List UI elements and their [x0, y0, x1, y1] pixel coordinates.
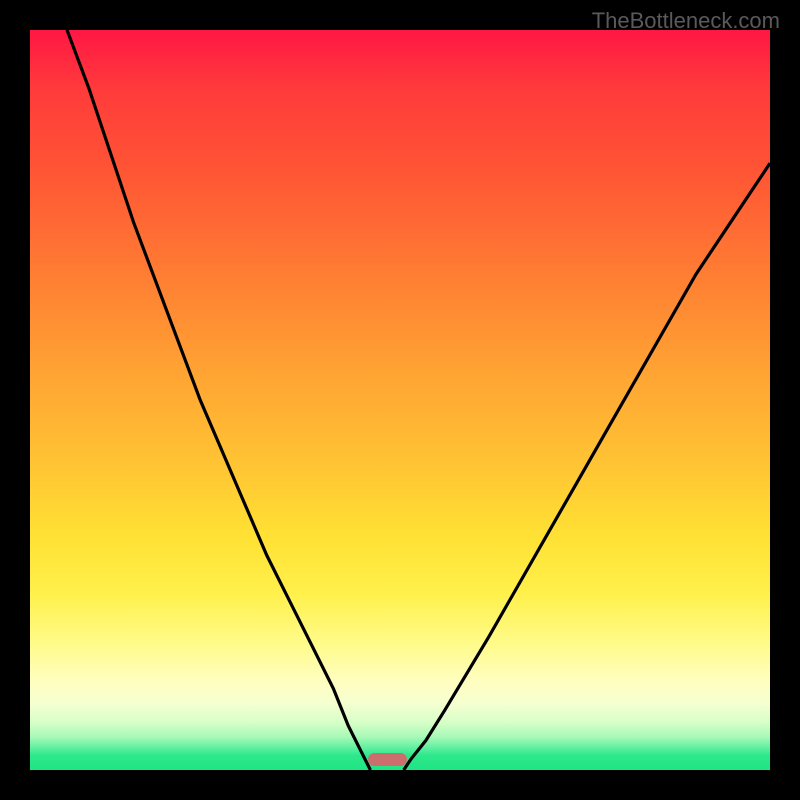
right-curve: [404, 163, 770, 770]
curve-overlay: [30, 30, 770, 770]
left-curve: [67, 30, 370, 770]
plot-area: [30, 30, 770, 770]
min-marker: [368, 753, 407, 766]
watermark-text: TheBottleneck.com: [592, 8, 780, 34]
